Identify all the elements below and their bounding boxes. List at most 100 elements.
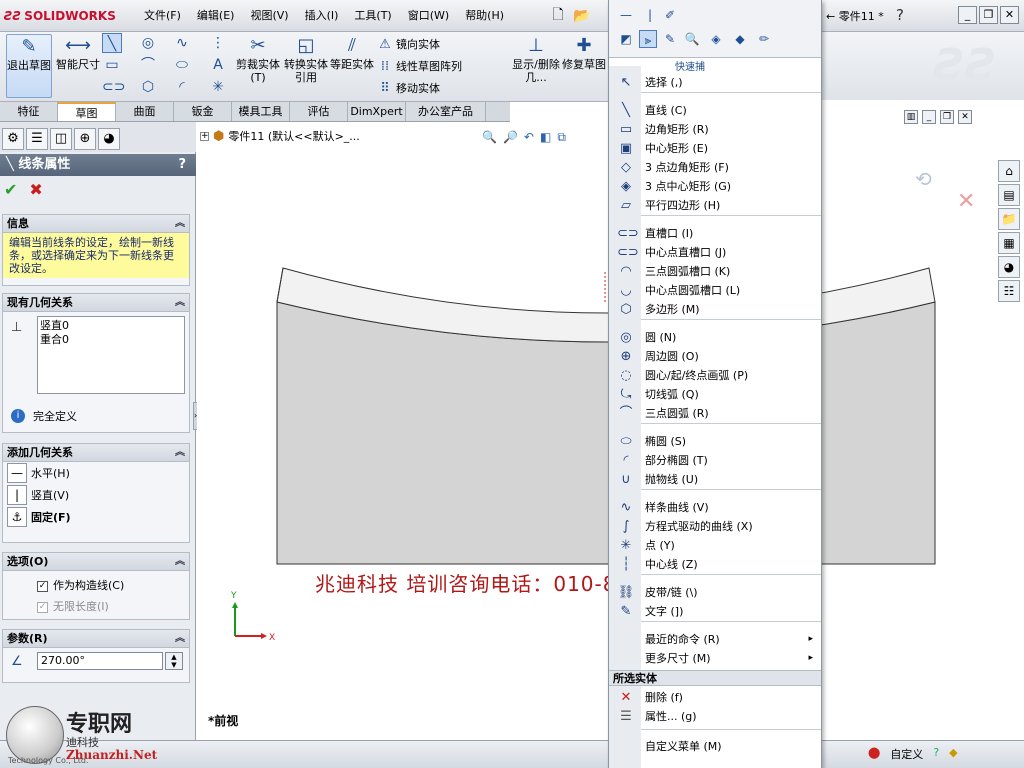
- menu-item[interactable]: ↖ 选择 (,): [609, 73, 821, 92]
- construction-checkbox[interactable]: ✓: [37, 580, 48, 592]
- slot-tool-icon[interactable]: ⊂⊃: [102, 77, 125, 97]
- menu-item[interactable]: ╲ 直线 (C): [609, 101, 821, 120]
- tag-relation-icon[interactable]: ◈: [707, 30, 725, 48]
- collapse-chevron-icon[interactable]: ︽: [175, 294, 185, 312]
- menu-item[interactable]: ▭ 边角矩形 (R): [609, 120, 821, 139]
- display-manager-icon[interactable]: ◕: [98, 128, 120, 150]
- angle-spinner[interactable]: ▲ ▼: [165, 652, 183, 670]
- text-tool-icon[interactable]: A: [208, 55, 228, 75]
- menu-item[interactable]: ◜ 部分椭圆 (T): [609, 451, 821, 470]
- custom-properties-icon[interactable]: ☷: [998, 280, 1020, 302]
- close-button[interactable]: ✕: [1000, 6, 1019, 24]
- tab-sheetmetal[interactable]: 钣金: [174, 102, 232, 121]
- zoom-fit-icon[interactable]: 🔍: [482, 130, 497, 145]
- viewport-min-button[interactable]: _: [922, 110, 936, 124]
- collapse-chevron-icon[interactable]: ︽: [175, 553, 185, 571]
- menu-item[interactable]: 自定义菜单 (M): [609, 737, 821, 756]
- relation-item[interactable]: 重合0: [40, 333, 182, 347]
- zoom-icon[interactable]: 🔍: [683, 30, 701, 48]
- menu-item[interactable]: ∪ 抛物线 (U): [609, 470, 821, 489]
- tab-mold-tools[interactable]: 模具工具: [232, 102, 290, 121]
- move-entities-button[interactable]: ⠿ 移动实体: [376, 78, 440, 98]
- existing-relations-header[interactable]: 现有几何关系 ︽: [3, 294, 189, 312]
- trim-entities-button[interactable]: ✂ 剪裁实体(T): [236, 34, 280, 98]
- tab-office-products[interactable]: 办公室产品: [406, 102, 486, 121]
- zoom-area-icon[interactable]: 🔎: [503, 130, 518, 145]
- collapse-chevron-icon[interactable]: ︽: [175, 215, 185, 233]
- menu-item[interactable]: 更多尺寸 (M) ▸: [609, 649, 821, 668]
- design-library-icon[interactable]: ▤: [998, 184, 1020, 206]
- new-doc-icon[interactable]: 🗋: [548, 6, 568, 26]
- rebuild-indicator-icon[interactable]: ⬤: [868, 746, 880, 762]
- offset-entities-button[interactable]: ⫽ 等距实体: [330, 34, 374, 98]
- menu-item[interactable]: ✎ 文字 (]): [609, 602, 821, 621]
- menu-edit[interactable]: 编辑(E): [189, 6, 243, 26]
- menu-item[interactable]: ┆ 中心线 (Z): [609, 555, 821, 574]
- infinite-length-checkbox[interactable]: ✓: [37, 601, 48, 613]
- menu-help[interactable]: 帮助(H): [457, 6, 512, 26]
- view-palette-icon[interactable]: ▦: [998, 232, 1020, 254]
- property-manager-icon[interactable]: ☰: [26, 128, 48, 150]
- ellipse-tool-icon[interactable]: ⬭: [172, 55, 192, 75]
- menu-item[interactable]: ⊂⊃ 中心点直槽口 (J): [609, 243, 821, 262]
- menu-item[interactable]: ☰ 属性... (g): [609, 707, 821, 726]
- tag-icon[interactable]: ◆: [949, 746, 957, 762]
- circle-tool-icon[interactable]: ◎: [138, 33, 158, 53]
- arc-tool-icon[interactable]: ⌒: [138, 55, 158, 75]
- add-fixed-button[interactable]: ⚓ 固定(F): [3, 506, 189, 528]
- add-horizontal-button[interactable]: — 水平(H): [3, 462, 189, 484]
- units-label[interactable]: 自定义: [890, 746, 923, 762]
- rectangle-tool-icon[interactable]: ▭: [102, 55, 122, 75]
- open-folder-icon[interactable]: 📂: [572, 6, 592, 26]
- existing-relations-list[interactable]: 竖直0 重合0: [37, 316, 185, 394]
- convert-entities-button[interactable]: ◱ 转换实体引用: [284, 34, 328, 98]
- menu-item[interactable]: ◇ 3 点边角矩形 (F): [609, 158, 821, 177]
- grid-tool-icon[interactable]: ⋮: [208, 33, 228, 53]
- add-relations-header[interactable]: 添加几何关系 ︽: [3, 444, 189, 462]
- show-delete-relations-button[interactable]: ⊥ 显示/删除几...: [512, 34, 560, 98]
- menu-item[interactable]: ∿ 样条曲线 (V): [609, 498, 821, 517]
- menu-item[interactable]: 最近的命令 (R) ▸: [609, 630, 821, 649]
- edit-sketch-icon[interactable]: ✏: [755, 30, 773, 48]
- viewport-tile-button[interactable]: ▥: [904, 110, 918, 124]
- help-tip-icon[interactable]: ?: [933, 746, 939, 762]
- expand-icon[interactable]: +: [200, 131, 209, 141]
- menu-item[interactable]: ▱ 平行四边形 (H): [609, 196, 821, 215]
- menu-item[interactable]: ◠ 三点圆弧槽口 (K): [609, 262, 821, 281]
- tab-features[interactable]: 特征: [0, 102, 58, 121]
- parameters-header[interactable]: 参数(R) ︽: [3, 630, 189, 648]
- angle-input[interactable]: 270.00°: [37, 652, 163, 670]
- menu-item[interactable]: ⛓ 皮带/链 (\): [609, 583, 821, 602]
- viewport-restore-button[interactable]: ❐: [940, 110, 954, 124]
- infinite-length-option[interactable]: ✓ 无限长度(I): [3, 597, 189, 617]
- linear-pattern-button[interactable]: ⁞⁞ 线性草图阵列: [376, 56, 462, 76]
- mirror-entities-button[interactable]: ⚠ 镜向实体: [376, 34, 440, 54]
- configuration-icon[interactable]: ◫: [50, 128, 72, 150]
- ok-button[interactable]: ✔: [4, 180, 17, 199]
- dimxpert-icon[interactable]: ⊕: [74, 128, 96, 150]
- menu-item[interactable]: ◈ 3 点中心矩形 (G): [609, 177, 821, 196]
- options-header[interactable]: 选项(O) ︽: [3, 553, 189, 571]
- menu-view[interactable]: 视图(V): [242, 6, 296, 26]
- snap-icon[interactable]: ◩: [617, 30, 635, 48]
- collapse-chevron-icon[interactable]: ︽: [175, 444, 185, 462]
- tree-root-label[interactable]: 零件11 (默认<<默认>_...: [228, 128, 359, 144]
- menu-file[interactable]: 文件(F): [136, 6, 189, 26]
- add-vertical-button[interactable]: | 竖直(V): [3, 484, 189, 506]
- menu-item[interactable]: ◌ 圆心/起/终点画弧 (P): [609, 366, 821, 385]
- solidworks-logo[interactable]: ƧƧ SOLIDWORKS: [4, 4, 122, 28]
- previous-view-icon[interactable]: ↶: [524, 130, 534, 145]
- info-header[interactable]: 信息 ︽: [3, 215, 189, 233]
- tab-evaluate[interactable]: 评估: [290, 102, 348, 121]
- sketch-icon[interactable]: ✎: [661, 30, 679, 48]
- minimize-button[interactable]: _: [958, 6, 977, 24]
- feature-tree-icon[interactable]: ⚙: [2, 128, 24, 150]
- relation-item[interactable]: 竖直0: [40, 319, 182, 333]
- dimension-tag-icon[interactable]: ◆: [731, 30, 749, 48]
- tab-surfaces[interactable]: 曲面: [116, 102, 174, 121]
- smart-relations-icon[interactable]: ✐: [661, 6, 679, 24]
- repair-sketch-button[interactable]: ✚ 修复草图: [562, 34, 606, 98]
- line-tool-icon[interactable]: ╲: [102, 33, 122, 53]
- vertical-line-icon[interactable]: |: [641, 6, 659, 24]
- view-orientation-icon[interactable]: ⧉: [557, 130, 566, 145]
